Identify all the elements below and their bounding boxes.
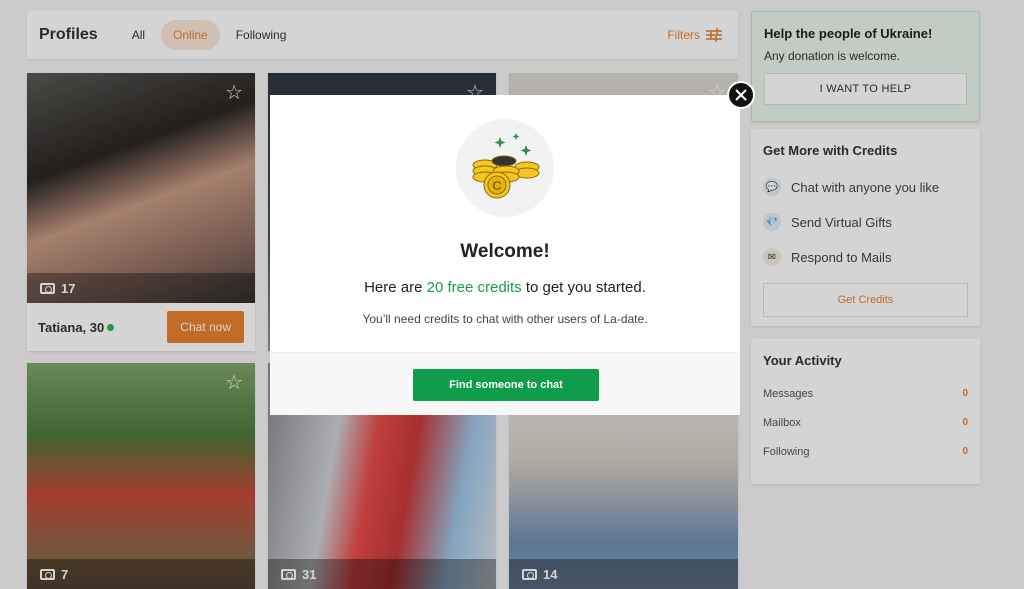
find-someone-button[interactable]: Find someone to chat [413, 369, 599, 401]
lead-before: Here are [364, 279, 427, 296]
welcome-modal: C Welcome! Here are 20 free credits to g… [270, 95, 740, 415]
lead-after: to get you started. [521, 279, 646, 296]
modal-close-button[interactable] [727, 81, 755, 109]
modal-footer: Find someone to chat [270, 352, 740, 415]
coins-illustration: C [456, 119, 554, 217]
coins-icon: C [472, 133, 540, 199]
svg-text:C: C [492, 178, 502, 193]
modal-lead: Here are 20 free credits to get you star… [270, 279, 740, 296]
free-credits-highlight: 20 free credits [426, 279, 522, 296]
close-icon [735, 89, 747, 101]
modal-note: You’ll need credits to chat with other u… [362, 312, 648, 326]
modal-title: Welcome! [460, 241, 550, 262]
